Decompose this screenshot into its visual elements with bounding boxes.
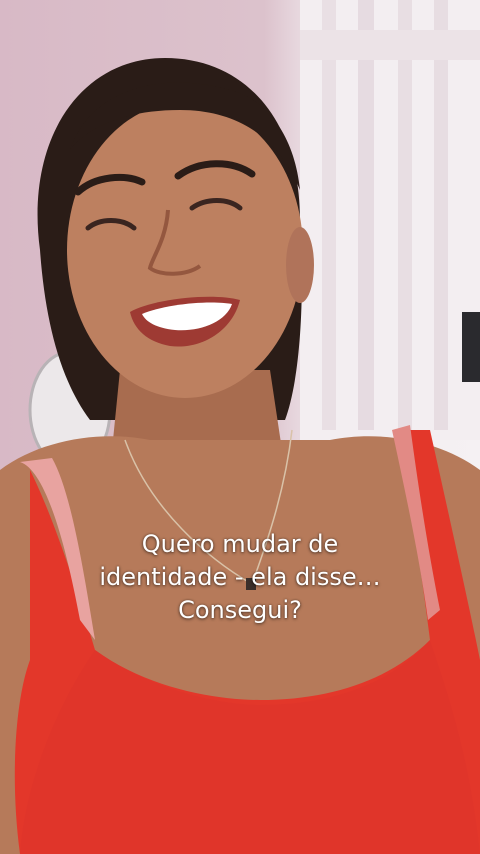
caption-line-2: identidade - ela disse… (99, 563, 381, 591)
face (67, 102, 303, 398)
photo-scene (0, 0, 480, 854)
video-frame: Quero mudar de identidade - ela disse… C… (0, 0, 480, 854)
caption-line-1: Quero mudar de (141, 530, 339, 558)
ear (286, 227, 314, 303)
background-fence (300, 0, 480, 440)
caption-line-3: Consegui? (178, 596, 302, 624)
video-caption: Quero mudar de identidade - ela disse… C… (0, 528, 480, 627)
